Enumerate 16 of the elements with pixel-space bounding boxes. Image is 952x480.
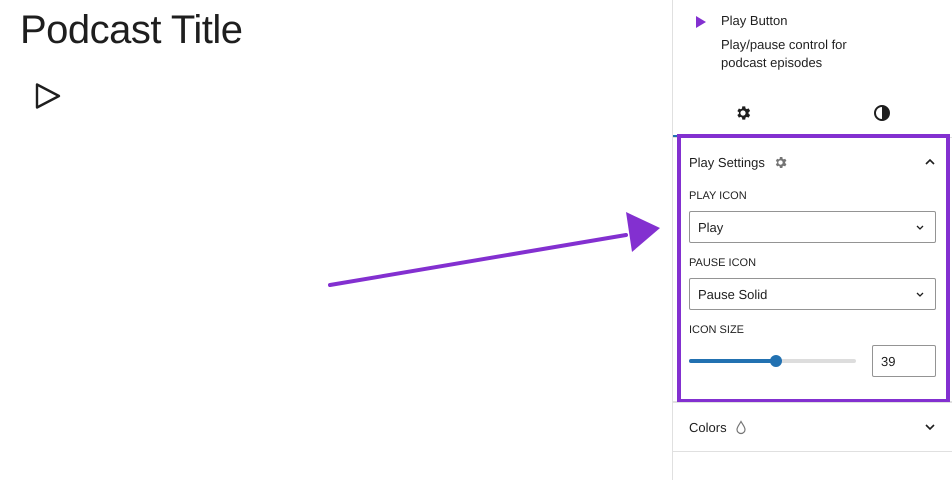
icon-select[interactable]: Pause Solid (689, 278, 936, 310)
panel-header[interactable]: Play Settings (673, 138, 952, 186)
field-label: PLAY ICON (689, 190, 748, 202)
contrast-icon (873, 104, 892, 122)
block-name: Play Button (721, 13, 788, 28)
slider-handle[interactable] (770, 355, 782, 367)
block-description: Play/pause control for podcast episodes (721, 36, 848, 72)
icon-select[interactable]: Play (689, 211, 936, 243)
play-icon (695, 15, 707, 29)
podcast-title: Podcast Title (20, 8, 244, 53)
size-input[interactable]: 39 (872, 345, 936, 377)
field-label: PAUSE ICON (689, 257, 758, 269)
droplet-icon (734, 420, 747, 434)
play-icon[interactable] (34, 81, 62, 111)
panel-header[interactable]: Colors (673, 403, 952, 451)
field-label: ICON SIZE (689, 324, 746, 336)
